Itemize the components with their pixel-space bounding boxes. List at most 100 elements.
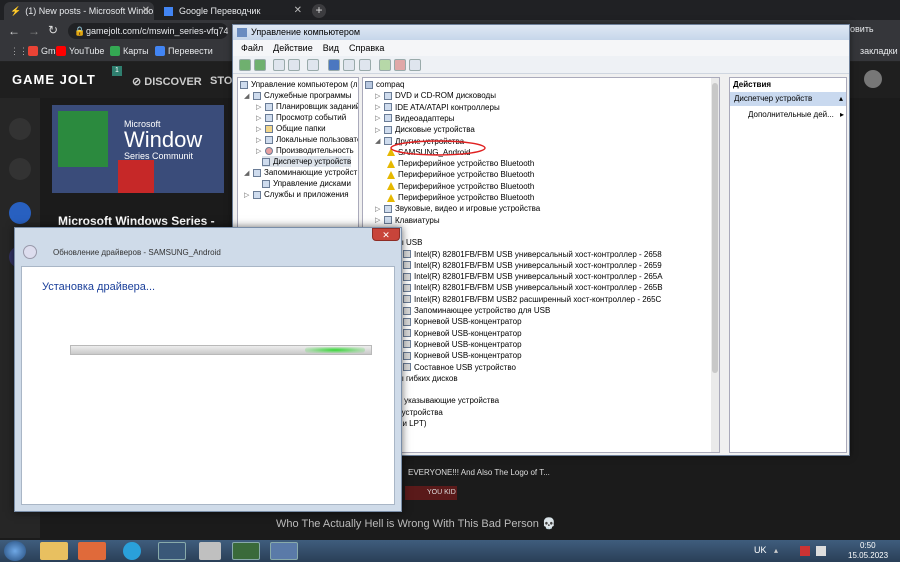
- tree-item-event-viewer[interactable]: ▷ Просмотр событий: [256, 112, 346, 123]
- close-button[interactable]: ✕: [372, 228, 400, 241]
- expand-icon[interactable]: ▷: [375, 216, 381, 224]
- computer-icon[interactable]: [359, 59, 371, 71]
- tree-item-system-tools[interactable]: ◢ Служебные программы: [244, 90, 351, 101]
- up-icon[interactable]: [273, 59, 285, 71]
- device-manager-taskbar-icon[interactable]: [270, 542, 298, 560]
- device-tree-item[interactable]: ▷ Видеоадаптеры: [375, 113, 455, 124]
- rail-icon[interactable]: [9, 118, 31, 140]
- tree-item-services[interactable]: ▷ Службы и приложения: [244, 189, 349, 200]
- device-tree-item[interactable]: Запоминающее устройство для USB: [403, 305, 550, 316]
- bookmark-youtube[interactable]: YouTube: [56, 46, 104, 56]
- collapse-icon[interactable]: ◢: [244, 92, 250, 100]
- expand-icon[interactable]: ▷: [256, 103, 262, 111]
- uninstall-icon[interactable]: [394, 59, 406, 71]
- close-tab-icon[interactable]: ✕: [294, 5, 302, 16]
- network-icon[interactable]: [800, 546, 810, 556]
- bookmark-translate[interactable]: Перевести: [155, 46, 213, 56]
- start-button[interactable]: [4, 541, 26, 561]
- media-player-taskbar-icon[interactable]: [78, 542, 106, 560]
- reload-icon[interactable]: ↻: [48, 23, 58, 37]
- gamejolt-logo[interactable]: GAME JOLT: [12, 72, 96, 87]
- menu-view[interactable]: Вид: [323, 40, 339, 56]
- volume-icon[interactable]: [816, 546, 826, 556]
- scrollbar-thumb[interactable]: [712, 83, 718, 373]
- device-tree-item[interactable]: Периферийное устройство Bluetooth: [387, 192, 534, 203]
- tree-item-performance[interactable]: ▷ Производительность: [256, 145, 354, 156]
- back-icon[interactable]: [239, 59, 251, 71]
- device-tree-item[interactable]: ▷ Клавиатуры: [375, 215, 440, 226]
- tree-item-shared-folders[interactable]: ▷ Общие папки: [256, 123, 326, 134]
- back-icon[interactable]: ←: [8, 24, 20, 38]
- actions-device-manager[interactable]: Диспетчер устройств ▴: [730, 92, 846, 106]
- computer-management-taskbar-icon[interactable]: [232, 542, 260, 560]
- rail-icon[interactable]: [9, 158, 31, 180]
- expand-icon[interactable]: ▷: [375, 92, 381, 100]
- expand-icon[interactable]: ▷: [256, 147, 262, 155]
- console-icon[interactable]: [343, 59, 355, 71]
- tree-item-storage[interactable]: ◢ Запоминающие устройст: [244, 167, 357, 178]
- device-tree-item[interactable]: Intel(R) 82801FB/FBM USB универсальный х…: [403, 260, 662, 271]
- tray-expand-icon[interactable]: ▴: [774, 546, 778, 555]
- expand-icon[interactable]: ▷: [256, 125, 262, 133]
- mmc-titlebar[interactable]: Управление компьютером: [233, 25, 849, 40]
- device-tree-item[interactable]: ▷ Звуковые, видео и игровые устройства: [375, 203, 540, 214]
- device-tree-item[interactable]: Корневой USB-концентратор: [403, 339, 522, 350]
- back-arrow-icon[interactable]: [23, 245, 37, 259]
- bookmark-maps[interactable]: Карты: [110, 46, 149, 56]
- device-tree-item[interactable]: Intel(R) 82801FB/FBM USB универсальный х…: [403, 282, 663, 293]
- expand-icon[interactable]: ▷: [375, 103, 381, 111]
- actions-more[interactable]: Дополнительные дей... ▸: [748, 110, 844, 119]
- collapse-icon[interactable]: ◢: [375, 137, 381, 145]
- collapse-icon[interactable]: ◢: [244, 169, 250, 177]
- expand-icon[interactable]: ▷: [256, 136, 262, 144]
- clock-date[interactable]: 15.05.2023: [848, 551, 888, 560]
- device-tree-item[interactable]: Intel(R) 82801FB/FBM USB универсальный х…: [403, 249, 662, 260]
- explorer-taskbar-icon[interactable]: [40, 542, 68, 560]
- chrome-taskbar-icon[interactable]: [158, 542, 186, 560]
- tree-item-root[interactable]: Управление компьютером (л: [240, 79, 358, 90]
- forward-icon[interactable]: [254, 59, 266, 71]
- device-tree-item[interactable]: Intel(R) 82801FB/FBM USB универсальный х…: [403, 271, 663, 282]
- menu-file[interactable]: Файл: [241, 40, 263, 56]
- device-tree-item[interactable]: Периферийное устройство Bluetooth: [387, 158, 534, 169]
- device-tree-item[interactable]: Периферийное устройство Bluetooth: [387, 181, 534, 192]
- device-tree-item[interactable]: Корневой USB-концентратор: [403, 328, 522, 339]
- device-tree-item[interactable]: Корневой USB-концентратор: [403, 316, 522, 327]
- bookmark-all[interactable]: закладки: [860, 46, 898, 56]
- help-icon[interactable]: [328, 59, 340, 71]
- expand-icon[interactable]: ▷: [244, 191, 250, 199]
- tree-item-disk-management[interactable]: Управление дисками: [262, 178, 351, 189]
- community-banner[interactable]: Microsoft Window Series Communit: [52, 105, 224, 193]
- tab-gamejolt[interactable]: ⚡ (1) New posts - Microsoft Windo ✕: [4, 2, 154, 20]
- scan-hardware-icon[interactable]: [409, 59, 421, 71]
- tree-item-device-manager[interactable]: Диспетчер устройств: [262, 156, 352, 167]
- menu-help[interactable]: Справка: [349, 40, 384, 56]
- expand-icon[interactable]: ▷: [375, 205, 381, 213]
- tree-item-local-users[interactable]: ▷ Локальные пользовате: [256, 134, 358, 145]
- user-avatar[interactable]: [864, 70, 882, 88]
- address-bar[interactable]: 🔒 gamejolt.com/c/mswin_series-vfq74...: [68, 23, 228, 39]
- device-tree-item[interactable]: ▷ Дисковые устройства: [375, 124, 475, 135]
- nav-discover[interactable]: ⊘ DISCOVER: [132, 75, 202, 88]
- forward-icon[interactable]: →: [28, 24, 40, 38]
- expand-icon[interactable]: ▷: [375, 126, 381, 134]
- device-tree-item[interactable]: ▷ IDE ATA/ATAPI контроллеры: [375, 102, 500, 113]
- telegram-taskbar-icon[interactable]: [123, 542, 141, 560]
- device-tree-item[interactable]: ▷ DVD и CD-ROM дисководы: [375, 90, 496, 101]
- device-tree-item[interactable]: Составное USB устройство: [403, 362, 516, 373]
- new-tab-button[interactable]: +: [312, 4, 326, 18]
- clock-time[interactable]: 0:50: [860, 541, 876, 550]
- expand-icon[interactable]: ▷: [375, 114, 381, 122]
- expand-icon[interactable]: ▷: [256, 114, 262, 122]
- update-driver-icon[interactable]: [379, 59, 391, 71]
- tree-item-task-scheduler[interactable]: ▷ Планировщик заданий: [256, 101, 358, 112]
- menu-action[interactable]: Действие: [273, 40, 313, 56]
- device-tree-item[interactable]: Периферийное устройство Bluetooth: [387, 169, 534, 180]
- language-indicator[interactable]: UK: [754, 545, 767, 555]
- show-hide-tree-icon[interactable]: [288, 59, 300, 71]
- bookmark-apps[interactable]: ⋮⋮: [10, 46, 28, 57]
- device-tree-item[interactable]: Intel(R) 82801FB/FBM USB2 расширенный хо…: [403, 294, 661, 305]
- nav-store[interactable]: STO: [210, 75, 232, 87]
- update-button[interactable]: овить: [850, 24, 874, 34]
- properties-icon[interactable]: [307, 59, 319, 71]
